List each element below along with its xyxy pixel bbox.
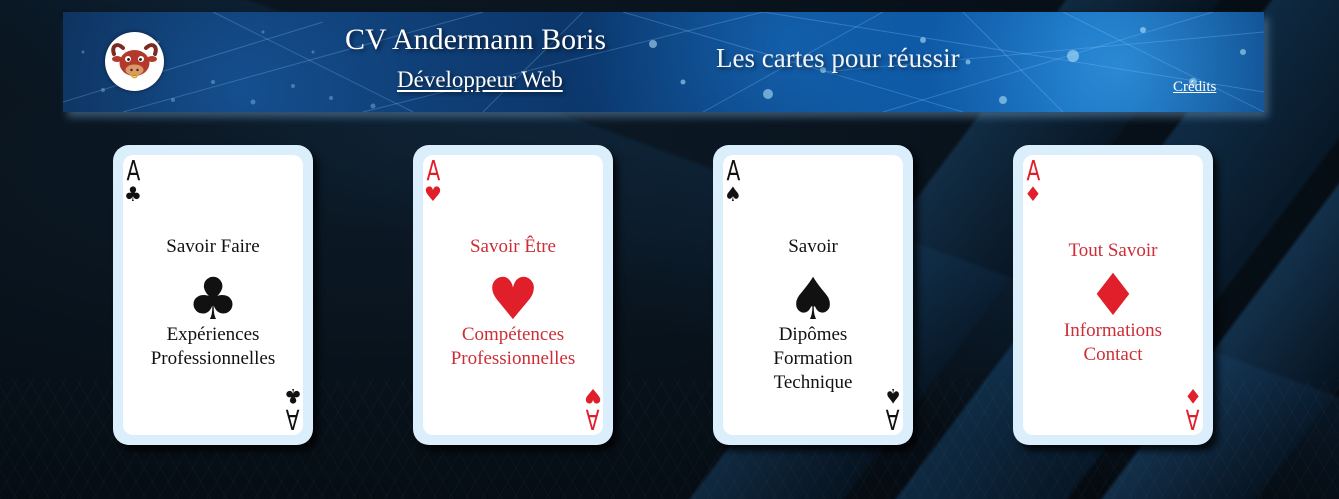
card-face: A ♣ Savoir Faire ♣ Expériences Professio… bbox=[123, 155, 303, 435]
card-rank: A bbox=[726, 155, 740, 187]
card-description: Expériences Professionnelles bbox=[123, 323, 303, 371]
card-line: Professionnelles bbox=[450, 348, 576, 369]
card-rank: A bbox=[286, 403, 300, 435]
card-face: A ♠ Savoir ♠ Dipômes Formation Technique… bbox=[723, 155, 903, 435]
card-title: Tout Savoir bbox=[1068, 240, 1158, 261]
card-corner-bottom: A ♣ bbox=[283, 384, 303, 435]
header-banner: CV Andermann Boris Développeur Web Les c… bbox=[63, 12, 1264, 112]
card-corner-top: A ♥ bbox=[423, 155, 443, 206]
card-line: Professionnelles bbox=[150, 348, 276, 369]
credits-link[interactable]: Crédits bbox=[1173, 79, 1216, 96]
bull-icon bbox=[111, 43, 158, 79]
card-line: Expériences bbox=[166, 324, 260, 345]
card-line: Dipômes bbox=[778, 324, 848, 345]
card-line: Informations bbox=[1063, 320, 1163, 341]
network-background bbox=[63, 12, 1264, 112]
bull-logo[interactable] bbox=[105, 32, 164, 91]
card-savoir[interactable]: A ♠ Savoir ♠ Dipômes Formation Technique… bbox=[713, 145, 913, 445]
heart-icon: ♥ bbox=[424, 182, 442, 206]
card-corner-top: A ♦ bbox=[1023, 155, 1043, 206]
subtitle-link[interactable]: Développeur Web bbox=[397, 67, 563, 93]
card-corner-top: A ♠ bbox=[723, 155, 743, 206]
card-rank: A bbox=[886, 403, 900, 435]
club-icon: ♣ bbox=[124, 182, 142, 206]
card-face: A ♥ Savoir Être ♥ Compétences Profession… bbox=[423, 155, 603, 435]
card-rank: A bbox=[426, 155, 440, 187]
tagline: Les cartes pour réussir bbox=[716, 43, 960, 73]
club-icon: ♣ bbox=[187, 265, 239, 333]
card-line: Compétences bbox=[461, 324, 565, 345]
card-description: Dipômes Formation Technique bbox=[723, 323, 903, 395]
diamond-icon: ♦ bbox=[1087, 261, 1139, 329]
card-rank: A bbox=[126, 155, 140, 187]
spade-icon: ♠ bbox=[724, 182, 742, 206]
card-title: Savoir Être bbox=[469, 236, 556, 257]
card-rank: A bbox=[1186, 403, 1200, 435]
spade-icon: ♠ bbox=[787, 265, 839, 333]
card-corner-bottom: A ♠ bbox=[883, 384, 903, 435]
card-description: Informations Contact bbox=[1023, 319, 1203, 367]
card-rank: A bbox=[586, 403, 600, 435]
card-corner-top: A ♣ bbox=[123, 155, 143, 206]
card-savoir-faire[interactable]: A ♣ Savoir Faire ♣ Expériences Professio… bbox=[113, 145, 313, 445]
card-description: Compétences Professionnelles bbox=[423, 323, 603, 371]
page-title: CV Andermann Boris bbox=[345, 23, 607, 56]
card-line: Technique bbox=[773, 372, 853, 393]
card-title: Savoir Faire bbox=[166, 236, 260, 257]
diamond-icon: ♦ bbox=[1024, 182, 1042, 206]
card-tout-savoir[interactable]: A ♦ Tout Savoir ♦ Informations Contact A… bbox=[1013, 145, 1213, 445]
card-corner-bottom: A ♦ bbox=[1183, 384, 1203, 435]
card-title: Savoir bbox=[788, 236, 838, 257]
card-savoir-etre[interactable]: A ♥ Savoir Être ♥ Compétences Profession… bbox=[413, 145, 613, 445]
heart-icon: ♥ bbox=[487, 265, 539, 333]
card-corner-bottom: A ♥ bbox=[583, 384, 603, 435]
card-rank: A bbox=[1026, 155, 1040, 187]
card-line: Contact bbox=[1083, 344, 1143, 365]
card-face: A ♦ Tout Savoir ♦ Informations Contact A… bbox=[1023, 155, 1203, 435]
card-line: Formation bbox=[773, 348, 853, 369]
